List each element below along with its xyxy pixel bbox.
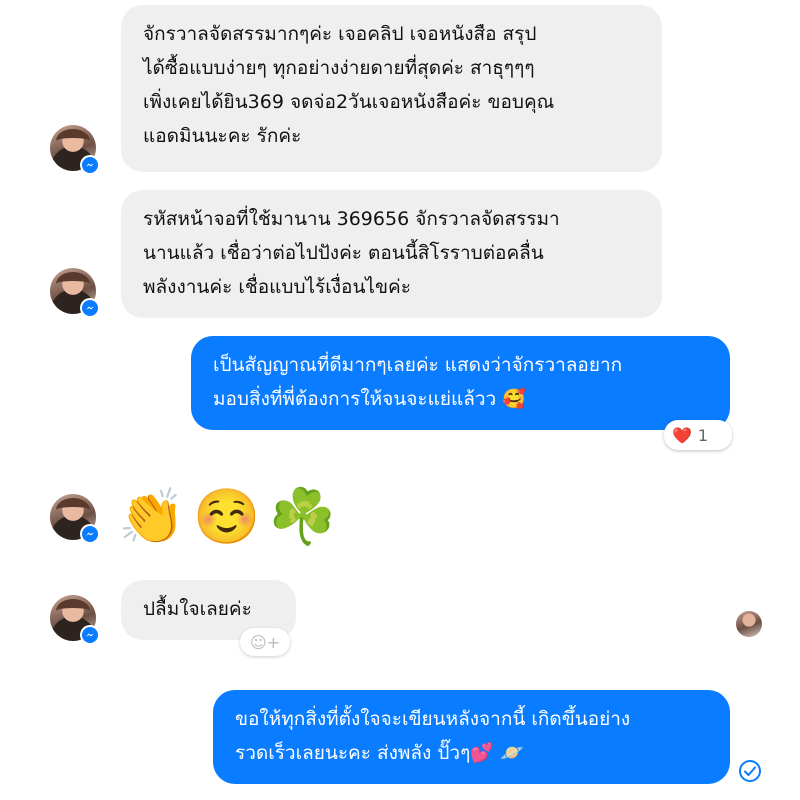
sender-avatar[interactable] [50,494,100,544]
message-bubble-incoming[interactable]: รหัสหน้าจอที่ใช้มานาน 369656 จักรวาลจัดส… [121,190,662,318]
seen-avatar [736,611,762,637]
smiley-add-icon: ☺+ [249,632,281,652]
messenger-icon [86,532,94,536]
add-reaction-button[interactable]: ☺+ [240,628,290,656]
messenger-badge [80,155,100,175]
sender-avatar[interactable] [50,125,100,175]
message-line: รหัสหน้าจอที่ใช้มานาน 369656 จักรวาลจัดส… [143,208,560,230]
sender-avatar[interactable] [50,595,100,645]
emoji-message[interactable]: 👏☺️☘️ [118,487,344,547]
message-line: พลังงานค่ะ เชื่อแบบไร้เงื่อนไขค่ะ [143,276,411,298]
messenger-icon [86,633,94,637]
message-bubble-outgoing[interactable]: ขอให้ทุกสิ่งที่ตั้งใจจะเขียนหลังจากนี้ เ… [213,690,730,784]
messenger-icon [86,163,94,167]
message-line: ได้ซื้อแบบง่ายๆ ทุกอย่างง่ายดายที่สุดค่ะ… [143,57,535,79]
message-line: ปลื้มใจเลยค่ะ [143,598,252,620]
message-line: เพิ่งเคยได้ยิน369 จดจ่อ2วันเจอหนังสือค่ะ… [143,91,555,113]
reaction-pill[interactable]: ❤️ 1 [664,420,732,450]
sender-avatar[interactable] [50,268,100,318]
message-bubble-incoming[interactable]: จักรวาลจัดสรรมากๆค่ะ เจอคลิป เจอหนังสือ … [121,5,662,172]
message-bubble-outgoing[interactable]: เป็นสัญญาณที่ดีมากๆเลยค่ะ แสดงว่าจักรวาล… [191,336,730,430]
messenger-badge [80,524,100,544]
heart-icon: ❤️ [672,425,692,445]
messenger-badge [80,298,100,318]
sent-check-icon [739,760,761,782]
messenger-icon [86,306,94,310]
message-line: รวดเร็วเลยนะคะ ส่งพลัง ปั๊วๆ💕 🪐 [235,742,524,764]
message-line: ขอให้ทุกสิ่งที่ตั้งใจจะเขียนหลังจากนี้ เ… [235,708,631,730]
reaction-count: 1 [697,425,709,445]
message-line: เป็นสัญญาณที่ดีมากๆเลยค่ะ แสดงว่าจักรวาล… [213,354,623,376]
message-line: จักรวาลจัดสรรมากๆค่ะ เจอคลิป เจอหนังสือ … [143,23,537,45]
message-line: มอบสิ่งที่พี่ต้องการให้จนจะแย่แล้วว 🥰 [213,388,526,410]
message-line: นานแล้ว เชื่อว่าต่อไปปังค่ะ ตอนนี้สิโรรา… [143,242,544,264]
messenger-badge [80,625,100,645]
message-line: แอดมินนะคะ รักค่ะ [143,125,302,147]
